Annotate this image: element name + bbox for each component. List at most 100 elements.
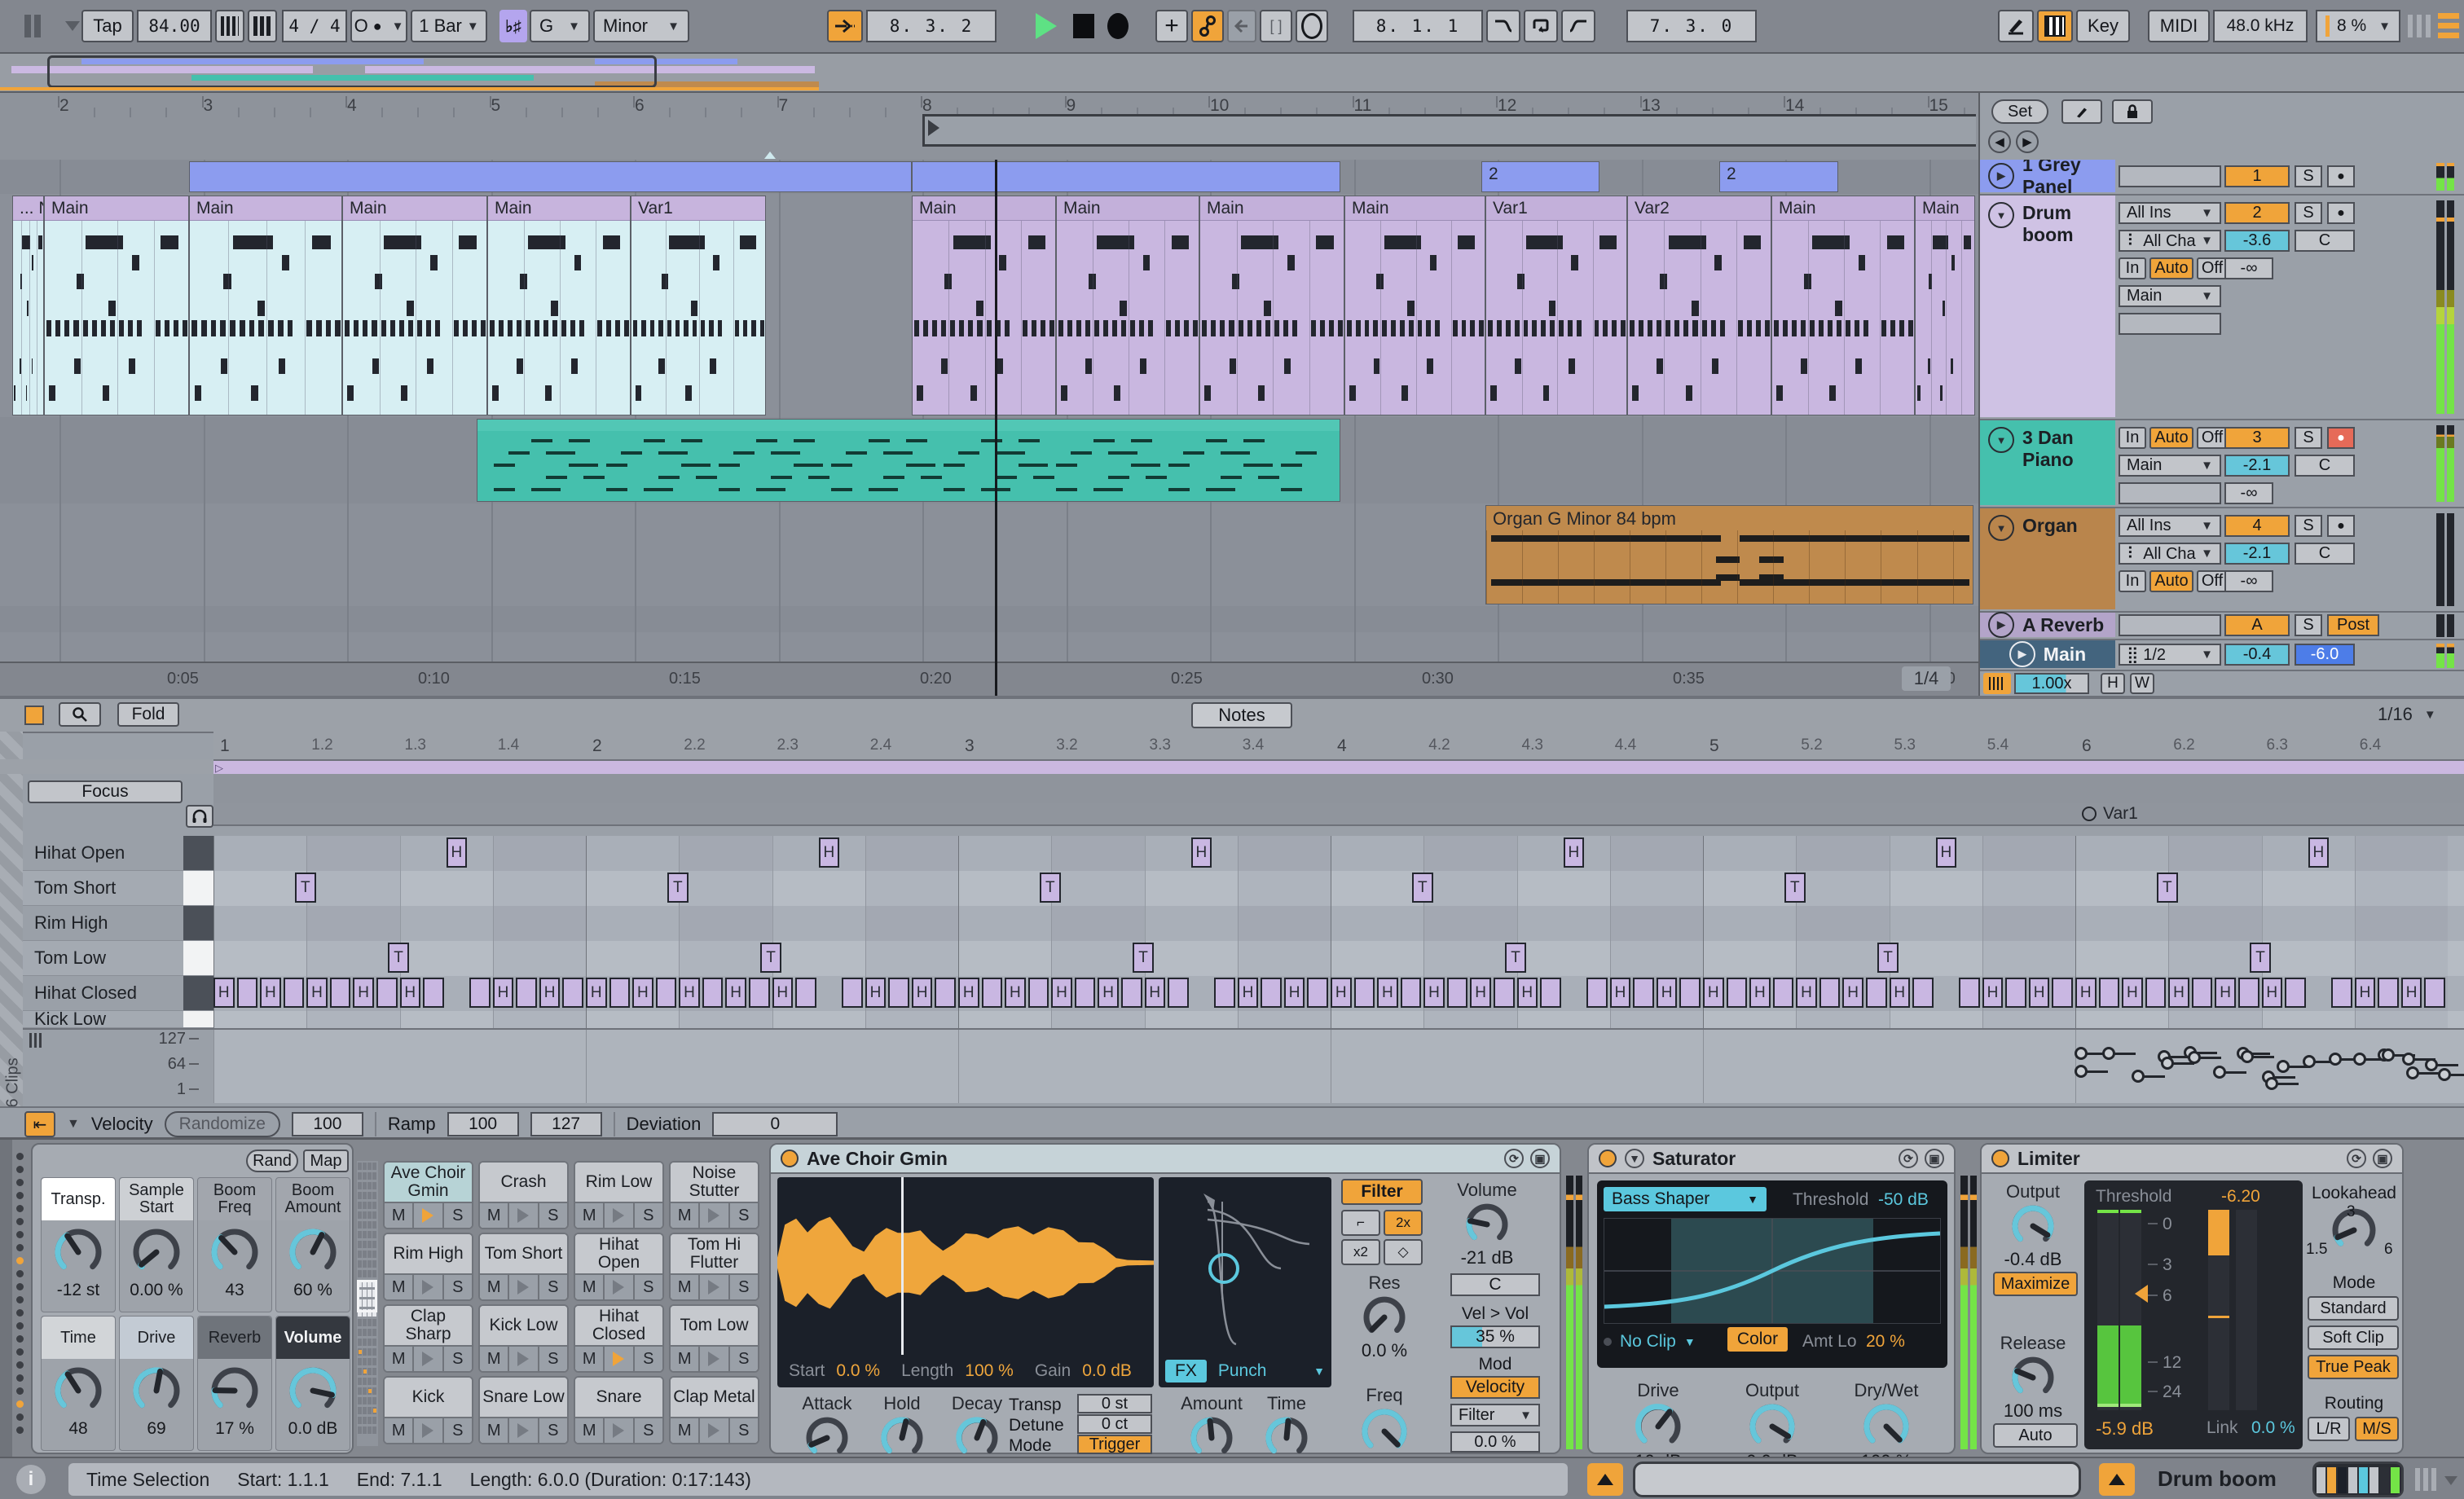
save-preset-icon[interactable]: ▣: [1925, 1149, 1944, 1168]
midi-note[interactable]: H: [2400, 978, 2422, 1008]
midi-note[interactable]: H: [1796, 978, 1817, 1008]
unfold-icon[interactable]: ▶: [2009, 641, 2035, 667]
x2-filter-type-button[interactable]: x2: [1341, 1239, 1380, 1265]
fold-icon[interactable]: ▼: [1988, 427, 2014, 453]
track-header-organ[interactable]: ▼OrganAll Ins▼ ⠇ All Channels▼ InAutoOff 4S…: [1980, 508, 2464, 613]
midi-note[interactable]: [516, 978, 537, 1008]
focus-button[interactable]: Focus: [28, 780, 183, 803]
pad-play-button[interactable]: [605, 1203, 635, 1228]
simpler-fx-time[interactable]: Time160 ms: [1242, 1393, 1331, 1459]
row-label-rim-high[interactable]: Rim High: [23, 906, 183, 941]
row-label-tom-short[interactable]: Tom Short: [23, 871, 183, 906]
set-locator-button[interactable]: Set: [1991, 99, 2048, 124]
pad-mute-button[interactable]: M: [671, 1275, 701, 1299]
midi-note[interactable]: H: [958, 978, 979, 1008]
row-label-tom-low[interactable]: Tom Low: [23, 941, 183, 976]
tempo-follow-caret[interactable]: [65, 21, 80, 31]
midi-note[interactable]: [1959, 978, 1980, 1008]
saturator-drywet-dial[interactable]: [1862, 1402, 1911, 1451]
midi-note[interactable]: T: [294, 873, 316, 903]
groove-pool-selector[interactable]: O ● ▼: [350, 10, 407, 42]
input-routing-menu[interactable]: All Ins ▼: [2119, 202, 2221, 224]
pad-play-button[interactable]: [509, 1418, 539, 1443]
track-header-grey-panel[interactable]: ▶ 1 Grey Panel 1 S ●: [1980, 160, 2464, 197]
midi-note[interactable]: T: [1877, 943, 1899, 973]
midi-note[interactable]: [1493, 978, 1515, 1008]
midi-note[interactable]: [2145, 978, 2167, 1008]
amt-lo-value[interactable]: 20 %: [1866, 1332, 1905, 1352]
clip-drum-boom[interactable]: Main: [487, 196, 631, 415]
grey-solo-button[interactable]: S: [2295, 165, 2322, 187]
notes-tab[interactable]: Notes: [1191, 702, 1292, 728]
midi-note[interactable]: H: [2261, 978, 2283, 1008]
mode-truepeak-button[interactable]: True Peak: [2308, 1355, 2399, 1379]
macro-cell-6[interactable]: Drive 69: [119, 1316, 194, 1451]
drum-pad-snare-low[interactable]: Snare Low M S: [478, 1376, 569, 1444]
loop-button[interactable]: [1524, 10, 1558, 42]
macro-cell-3[interactable]: Boom Freq 43: [197, 1177, 272, 1312]
time-ruler[interactable]: 0:050:100:150:200:250:300:350:401/4: [0, 662, 1978, 696]
midi-note[interactable]: T: [2156, 873, 2178, 903]
clip-drag-handle[interactable]: 6 Clips: [0, 732, 23, 1141]
drum-pad-hihat-closed[interactable]: Hihat Closed M S: [574, 1304, 664, 1373]
midi-note[interactable]: H: [2028, 978, 2050, 1008]
drum-arm-button[interactable]: ●: [2327, 202, 2355, 224]
midi-note[interactable]: H: [1283, 978, 1305, 1008]
clip-marker-var1[interactable]: Var1: [2082, 804, 2138, 824]
unfold-icon[interactable]: ▶: [1988, 612, 2014, 638]
mixer-field[interactable]: [2119, 614, 2221, 636]
midi-note[interactable]: H: [1656, 978, 1678, 1008]
midi-note[interactable]: [1586, 978, 1608, 1008]
midi-note[interactable]: T: [1784, 873, 1806, 903]
midi-note[interactable]: H: [1609, 978, 1631, 1008]
macro-cell-1[interactable]: Transp. -12 st: [41, 1177, 116, 1312]
organ-routing-number[interactable]: 4: [2224, 515, 2290, 537]
midi-note[interactable]: [2237, 978, 2259, 1008]
piano-arm-button[interactable]: ●: [2327, 427, 2355, 449]
loop-start-field[interactable]: 8. 1. 1: [1353, 10, 1483, 42]
midi-note[interactable]: [609, 978, 631, 1008]
drum-volume-field[interactable]: -3.6: [2224, 230, 2290, 252]
key-map-button[interactable]: Key: [2076, 10, 2130, 42]
simpler-env-hold-dial[interactable]: [879, 1415, 925, 1459]
status-caret-icon[interactable]: [2444, 1476, 2457, 1485]
save-preset-icon[interactable]: ▣: [1530, 1149, 1550, 1168]
midi-note[interactable]: T: [667, 873, 689, 903]
drum-pad-kick[interactable]: Kick M S: [383, 1376, 473, 1444]
macro-cell-2[interactable]: Sample Start 0.00 %: [119, 1177, 194, 1312]
track-header-a-reverb[interactable]: ▶ A Reverb A S Post: [1980, 612, 2464, 640]
pad-solo-button[interactable]: S: [539, 1203, 567, 1228]
macro-knob-3[interactable]: [209, 1227, 260, 1277]
midi-note[interactable]: [2052, 978, 2073, 1008]
midi-note[interactable]: T: [760, 943, 781, 973]
gain-value[interactable]: 0.0 dB: [1082, 1361, 1132, 1381]
midi-note[interactable]: H: [1237, 978, 1259, 1008]
note-lane-hihat-open[interactable]: [213, 836, 2464, 872]
piano-routing-number[interactable]: 3: [2224, 427, 2290, 449]
piano-send-a-field[interactable]: -∞: [2224, 482, 2273, 504]
punch-out-button[interactable]: [1561, 10, 1595, 42]
midi-note[interactable]: [1633, 978, 1654, 1008]
velocity-marker[interactable]: [2382, 1048, 2395, 1062]
midi-note[interactable]: H: [1331, 978, 1352, 1008]
save-preset-icon[interactable]: ▣: [2373, 1149, 2392, 1168]
mixer-field[interactable]: [2119, 482, 2221, 504]
clip-grey-panel[interactable]: [189, 161, 912, 192]
midi-note[interactable]: H: [1470, 978, 1491, 1008]
clip-drum-boom[interactable]: Main: [342, 196, 487, 415]
macro-cell-8[interactable]: Volume 0.0 dB: [275, 1316, 350, 1451]
grey-arm-button[interactable]: ●: [2327, 165, 2355, 187]
saturator-display[interactable]: Bass Shaper ▼ Threshold -50 dB No Clip ▼ Color…: [1597, 1180, 1947, 1368]
saturator-output[interactable]: Output0.0 dB: [1727, 1380, 1817, 1459]
sample-waveform-display[interactable]: [777, 1177, 1154, 1355]
clip-dan-piano[interactable]: [477, 419, 1340, 502]
locator-pencil-button[interactable]: [2061, 99, 2102, 124]
tempo-follow-icon[interactable]: [24, 15, 60, 37]
clip-grey-panel[interactable]: 2: [1719, 161, 1838, 192]
clip-drum-boom[interactable]: Var2: [1627, 196, 1771, 415]
pad-play-button[interactable]: [605, 1347, 635, 1371]
map-button[interactable]: Map: [303, 1150, 349, 1172]
follow-button[interactable]: [827, 10, 863, 42]
pad-mute-button[interactable]: M: [575, 1275, 605, 1299]
monitor-in-button[interactable]: In: [2119, 427, 2146, 449]
